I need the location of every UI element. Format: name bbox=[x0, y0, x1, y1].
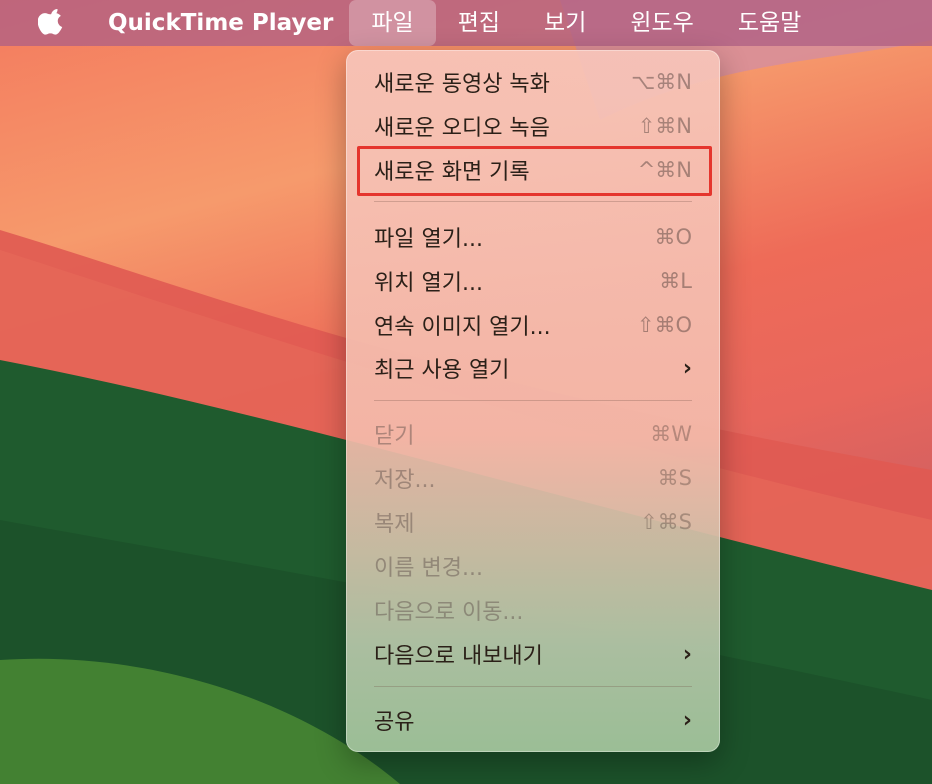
menu-item-label: 닫기 bbox=[374, 424, 415, 449]
menu-item-label: 복제 bbox=[374, 512, 415, 537]
shortcut-label: ⌘O bbox=[654, 225, 692, 249]
chevron-right-icon: › bbox=[682, 707, 692, 733]
shortcut-label: ⌘S bbox=[657, 466, 692, 490]
menu-help[interactable]: 도움말 bbox=[716, 0, 823, 46]
menu-bar: QuickTime Player 파일 편집 보기 윈도우 도움말 bbox=[0, 0, 932, 46]
menu-window[interactable]: 윈도우 bbox=[608, 0, 715, 46]
menu-item-save: 저장... ⌘S bbox=[356, 458, 710, 498]
menu-item-label: 파일 열기... bbox=[374, 227, 483, 252]
menu-item-export-as[interactable]: 다음으로 내보내기 › bbox=[356, 634, 710, 674]
menu-item-share[interactable]: 공유 › bbox=[356, 700, 710, 740]
shortcut-label: ⇧⌘N bbox=[637, 114, 692, 138]
menu-item-close: 닫기 ⌘W bbox=[356, 414, 710, 454]
shortcut-label: ⌥⌘N bbox=[631, 70, 692, 94]
shortcut-label: ⌘W bbox=[650, 422, 692, 446]
menu-item-label: 새로운 오디오 녹음 bbox=[374, 116, 550, 141]
menu-separator bbox=[374, 400, 692, 401]
menu-item-open-recent[interactable]: 최근 사용 열기 › bbox=[356, 348, 710, 388]
menu-separator bbox=[374, 201, 692, 202]
menu-item-duplicate: 복제 ⇧⌘S bbox=[356, 502, 710, 542]
menu-separator bbox=[374, 686, 692, 687]
menu-item-label: 이름 변경... bbox=[374, 556, 483, 581]
menu-item-label: 연속 이미지 열기... bbox=[374, 315, 551, 340]
app-menu[interactable]: QuickTime Player bbox=[104, 0, 349, 46]
menu-item-label: 새로운 동영상 녹화 bbox=[374, 72, 550, 97]
chevron-right-icon: › bbox=[682, 641, 692, 667]
menu-item-label: 위치 열기... bbox=[374, 271, 483, 296]
shortcut-label: ⇧⌘S bbox=[640, 510, 692, 534]
menu-view[interactable]: 보기 bbox=[522, 0, 608, 46]
menu-item-move-to: 다음으로 이동... bbox=[356, 590, 710, 630]
menu-item-label: 최근 사용 열기 bbox=[374, 358, 510, 383]
apple-menu[interactable] bbox=[0, 0, 104, 46]
menu-item-label: 공유 bbox=[374, 710, 415, 735]
menu-item-open-location[interactable]: 위치 열기... ⌘L bbox=[356, 261, 710, 301]
chevron-right-icon: › bbox=[682, 355, 692, 381]
menu-edit[interactable]: 편집 bbox=[436, 0, 522, 46]
shortcut-label: ⇧⌘O bbox=[636, 313, 692, 337]
menu-item-rename: 이름 변경... bbox=[356, 546, 710, 586]
menu-item-open-file[interactable]: 파일 열기... ⌘O bbox=[356, 217, 710, 257]
menu-file[interactable]: 파일 bbox=[349, 0, 436, 46]
menu-item-label: 다음으로 내보내기 bbox=[374, 644, 543, 669]
apple-logo-icon bbox=[38, 9, 63, 35]
menu-item-new-audio-recording[interactable]: 새로운 오디오 녹음 ⇧⌘N bbox=[356, 106, 710, 146]
menu-item-label: 다음으로 이동... bbox=[374, 600, 524, 625]
menu-item-label: 저장... bbox=[374, 468, 436, 493]
shortcut-label: ⌘L bbox=[659, 269, 692, 293]
menu-item-new-movie-recording[interactable]: 새로운 동영상 녹화 ⌥⌘N bbox=[356, 62, 710, 102]
menu-item-open-image-sequence[interactable]: 연속 이미지 열기... ⇧⌘O bbox=[356, 305, 710, 345]
highlight-box bbox=[357, 146, 712, 196]
